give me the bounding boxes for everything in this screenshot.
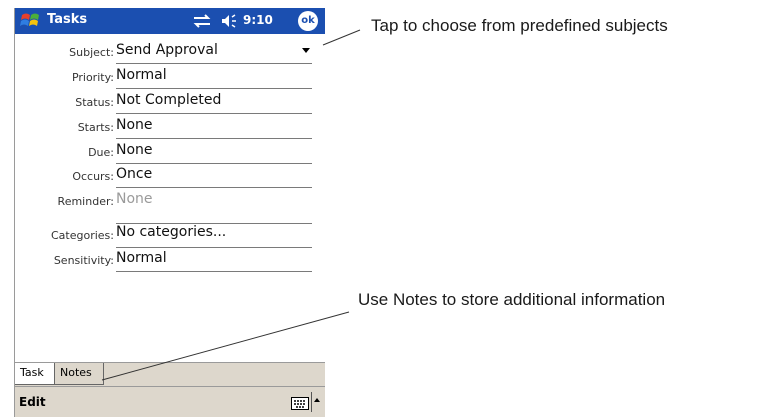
callout-leaders [101,29,361,381]
subjects-leader-line [322,29,361,46]
notes-leader-line [101,311,350,381]
callout-subjects: Tap to choose from predefined subjects [371,16,668,35]
callout-notes: Use Notes to store additional informatio… [358,290,666,309]
